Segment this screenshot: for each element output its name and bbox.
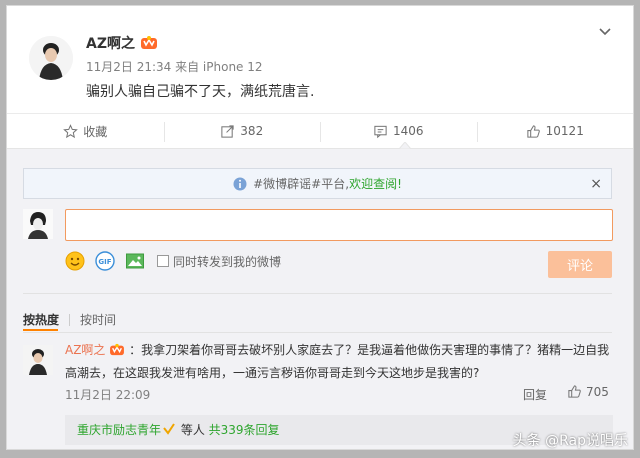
composer-tools: GIF 同时转发到我的微博 xyxy=(65,251,281,271)
repost-icon xyxy=(221,124,234,138)
comment-count: 1406 xyxy=(392,124,424,138)
repost-button[interactable]: 382 xyxy=(163,114,321,148)
post-header: AZ啊之 11月2日 21:34 来自 iPhone 12 骗别人骗自己骗不了天… xyxy=(7,6,633,109)
thumbs-up-icon xyxy=(568,385,581,398)
comment-body: AZ啊之 ：我拿刀架着你哥哥去破坏别人家庭去了？是我逼着他做伤天害理的事情了？猪… xyxy=(65,339,615,385)
image-icon[interactable] xyxy=(125,251,145,271)
rumor-notice-bar: #微博辟谣#平台, 欢迎查阅! × xyxy=(23,168,612,199)
divider xyxy=(23,293,612,294)
verified-check-icon xyxy=(163,423,175,435)
post-text: 骗别人骗自己骗不了天，满纸荒唐言. xyxy=(86,84,315,100)
reply-summary-mid: 等人 xyxy=(177,423,209,437)
post-meta: 11月2日 21:34 来自 iPhone 12 xyxy=(86,60,263,74)
comment-time: 11月2日 22:09 xyxy=(65,388,151,402)
info-icon xyxy=(233,177,247,190)
post-action-bar: 收藏 382 1406 10121 xyxy=(7,113,633,148)
comment-author-avatar[interactable] xyxy=(23,345,53,375)
comments-panel: #微博辟谣#平台, 欢迎查阅! × GIF 同时转发到我的微博 评论 按热度 按… xyxy=(7,142,633,449)
panel-caret xyxy=(399,142,411,149)
like-count: 10121 xyxy=(545,124,584,138)
reply-button[interactable]: 回复 xyxy=(523,386,547,403)
comment-author-name[interactable]: AZ啊之 xyxy=(65,343,105,357)
repost-checkbox-label: 同时转发到我的微博 xyxy=(173,254,282,269)
svg-text:GIF: GIF xyxy=(98,258,111,266)
comment-icon xyxy=(374,125,387,138)
favorite-button[interactable]: 收藏 xyxy=(7,114,164,148)
comment-text: ：我拿刀架着你哥哥去破坏别人家庭去了？是我逼着他做伤天害理的事情了？猪精一边自我… xyxy=(65,343,610,380)
gif-icon[interactable]: GIF xyxy=(95,251,115,271)
thumbs-up-icon xyxy=(527,124,540,138)
author-avatar[interactable] xyxy=(29,36,73,80)
chevron-down-icon[interactable] xyxy=(597,24,613,40)
comment-input[interactable] xyxy=(65,209,613,241)
submit-comment-button[interactable]: 评论 xyxy=(548,251,612,278)
notice-link[interactable]: 欢迎查阅! xyxy=(349,175,402,192)
star-icon xyxy=(63,123,79,138)
tab-sort-hot[interactable]: 按热度 xyxy=(23,311,59,328)
vip-crown-icon[interactable] xyxy=(109,343,125,356)
like-button[interactable]: 10121 xyxy=(476,114,634,148)
reply-summary-count[interactable]: 共339条回复 xyxy=(209,423,280,437)
tab-sort-time[interactable]: 按时间 xyxy=(80,311,116,328)
sort-tabs: 按热度 按时间 xyxy=(23,311,116,328)
watermark: 头条 @Rap说唱乐 xyxy=(512,433,628,449)
repost-checkbox[interactable] xyxy=(157,255,169,267)
comment-like-count: 705 xyxy=(586,384,609,399)
notice-text: #微博辟谣#平台, xyxy=(253,177,350,191)
divider xyxy=(23,332,612,333)
current-user-avatar[interactable] xyxy=(23,209,53,239)
favorite-label: 收藏 xyxy=(83,124,108,139)
close-icon[interactable]: × xyxy=(590,176,602,192)
emoji-icon[interactable] xyxy=(65,251,85,271)
reply-summary-user[interactable]: 重庆市励志青年 xyxy=(77,423,161,437)
comment-like-button[interactable]: 705 xyxy=(567,384,609,399)
weibo-post-card: AZ啊之 11月2日 21:34 来自 iPhone 12 骗别人骗自己骗不了天… xyxy=(6,5,634,450)
active-tab-underline xyxy=(23,329,58,331)
repost-count: 382 xyxy=(240,124,264,138)
vip-crown-icon[interactable] xyxy=(140,35,158,50)
tab-separator xyxy=(69,313,71,326)
author-name[interactable]: AZ啊之 xyxy=(86,33,135,53)
